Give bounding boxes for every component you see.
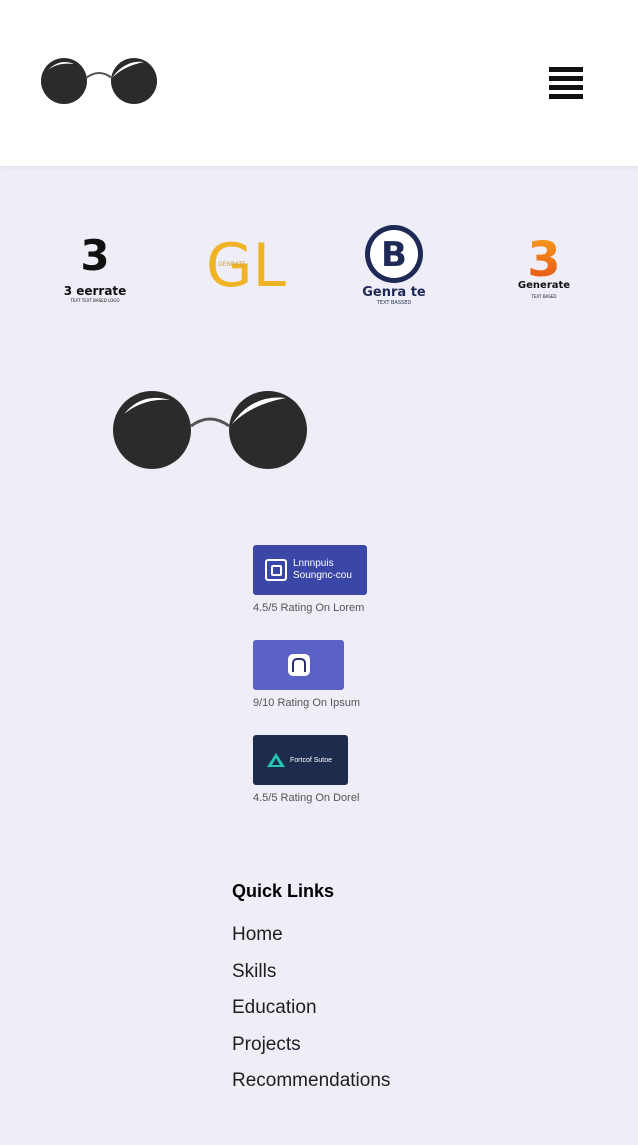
menu-bar [549, 85, 583, 90]
site-header [0, 0, 638, 166]
partner-name: Genra te [362, 285, 426, 300]
rating-badge-lorem[interactable]: Lnnnpuis Soungnc-cou [253, 545, 367, 595]
rating-item: Fortcof Sutoe 4.5/5 Rating On Dorel [253, 735, 359, 804]
partner-logo-gl[interactable]: GL GENRATE [204, 222, 288, 312]
badge-label: Fortcof Sutoe [290, 756, 333, 764]
partner-logos: 3 3 eerrate TEXT TEXT BASED LOGO GL GENR… [0, 222, 638, 312]
quick-link-home[interactable]: Home [232, 922, 390, 959]
badge-line: Soungnc-cou [293, 570, 352, 581]
rating-badge-ipsum[interactable] [253, 640, 344, 690]
partner-logo-3-eerrate[interactable]: 3 3 eerrate TEXT TEXT BASED LOGO [58, 222, 132, 312]
platform-logo-icon [265, 559, 287, 581]
badge-text: Lnnnpuis Soungnc-cou [293, 558, 352, 582]
rating-text: 4.5/5 Rating On Lorem [253, 602, 365, 614]
partner-name: Generate [518, 280, 570, 291]
partner-tagline: TEXT BASED [531, 294, 557, 299]
quick-link-education[interactable]: Education [232, 995, 390, 1032]
rating-badge-dorel[interactable]: Fortcof Sutoe [253, 735, 348, 785]
partner-logo-genra-te[interactable]: B Genra te TEXT BASSED [356, 222, 432, 312]
menu-bar [549, 67, 583, 72]
partner-tagline: TEXT BASSED [376, 300, 412, 306]
quick-link-projects[interactable]: Projects [232, 1032, 390, 1069]
quick-link-recommendations[interactable]: Recommendations [232, 1068, 390, 1105]
badge-line: Lnnnpuis [293, 558, 334, 569]
rating-item: Lnnnpuis Soungnc-cou 4.5/5 Rating On Lor… [253, 545, 367, 614]
hamburger-menu-button[interactable] [549, 67, 583, 100]
quick-links-title: Quick Links [232, 881, 335, 901]
partner-logo-generate[interactable]: 3 Generate TEXT BASED [512, 222, 576, 312]
svg-text:3: 3 [80, 231, 109, 280]
rating-text: 9/10 Rating On Ipsum [253, 697, 361, 709]
partner-name: 3 eerrate [64, 284, 127, 298]
glasses-logo-large-icon [113, 391, 307, 469]
n-logo-icon [287, 654, 310, 676]
svg-text:B: B [381, 235, 407, 275]
partner-tagline: TEXT TEXT BASED LOGO [69, 298, 119, 303]
rating-item: 9/10 Rating On Ipsum [253, 640, 360, 709]
glasses-logo-icon[interactable] [40, 56, 158, 106]
triangle-logo-icon [267, 753, 285, 767]
quick-links-nav: Home Skills Education Projects Recommend… [232, 922, 390, 1105]
quick-link-skills[interactable]: Skills [232, 959, 390, 996]
menu-bar [549, 76, 583, 81]
menu-bar [549, 94, 583, 99]
rating-text: 4.5/5 Rating On Dorel [253, 792, 360, 804]
partner-tagline: GENRATE [218, 261, 246, 268]
